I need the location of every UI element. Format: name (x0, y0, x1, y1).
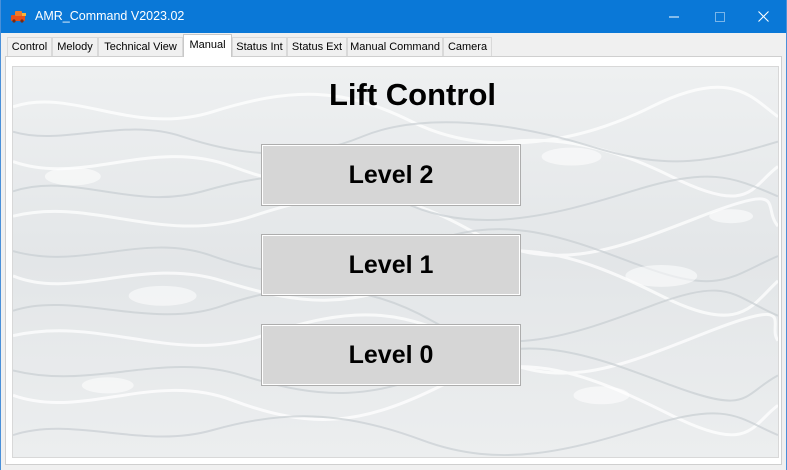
app-logo-icon (10, 9, 28, 23)
manual-tab-panel: Lift Control Level 2 Level 1 Level 0 (5, 56, 782, 465)
level-2-button[interactable]: Level 2 (261, 144, 521, 206)
lift-control-area: Lift Control Level 2 Level 1 Level 0 (12, 66, 779, 458)
title-bar[interactable]: AMR_Command V2023.02 (1, 0, 786, 33)
level-0-button[interactable]: Level 0 (261, 324, 521, 386)
close-button[interactable] (740, 0, 786, 33)
maximize-icon (715, 11, 725, 22)
tab-camera[interactable]: Camera (443, 37, 492, 56)
minimize-button[interactable] (651, 0, 697, 33)
tab-strip: Control Melody Technical View Manual Sta… (1, 33, 786, 57)
tab-manual-command[interactable]: Manual Command (347, 37, 443, 56)
tab-melody[interactable]: Melody (52, 37, 98, 56)
tab-manual[interactable]: Manual (183, 34, 232, 57)
close-icon (757, 11, 769, 22)
tab-control[interactable]: Control (7, 37, 52, 56)
level-1-button[interactable]: Level 1 (261, 234, 521, 296)
window-title: AMR_Command V2023.02 (35, 9, 185, 23)
maximize-button[interactable] (697, 0, 743, 33)
tab-status-ext[interactable]: Status Ext (287, 37, 347, 56)
page-title: Lift Control (13, 77, 778, 113)
tab-technical-view[interactable]: Technical View (98, 37, 183, 56)
tab-status-int[interactable]: Status Int (232, 37, 287, 56)
minimize-icon (669, 16, 679, 17)
lift-control-heading: Lift Control (328, 77, 496, 112)
app-window: AMR_Command V2023.02 Control Melody Tech… (0, 0, 787, 470)
